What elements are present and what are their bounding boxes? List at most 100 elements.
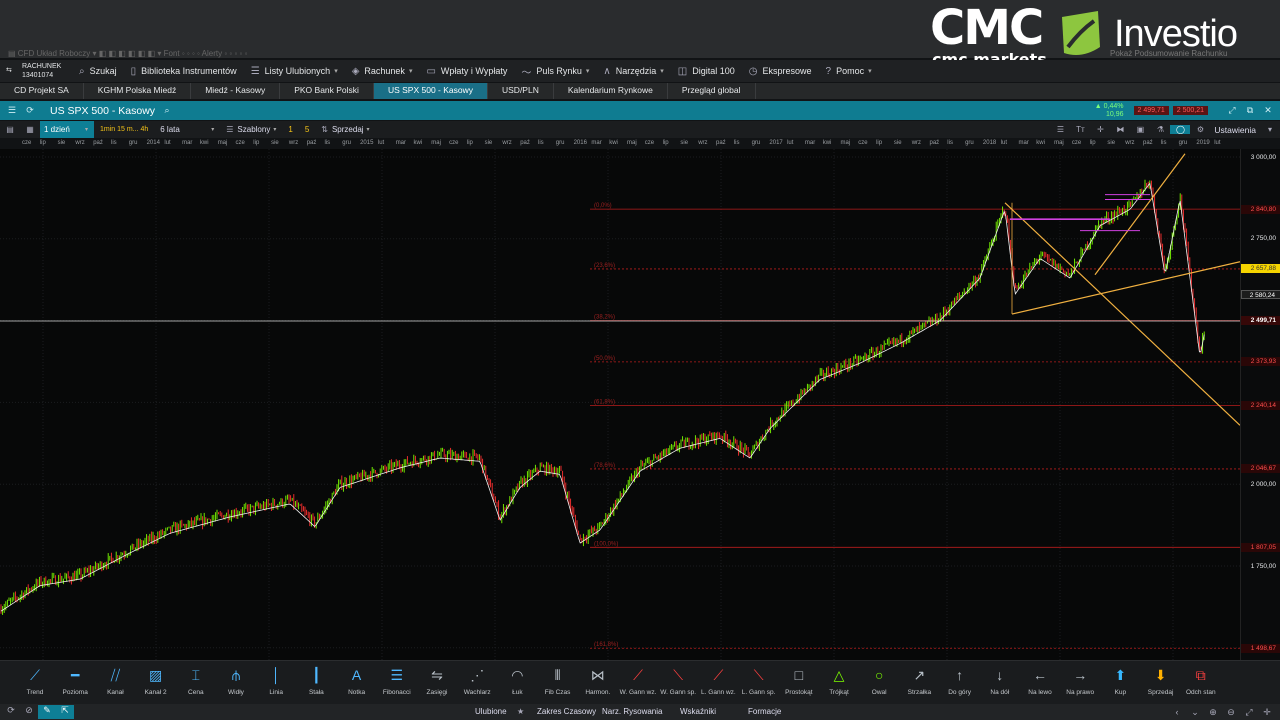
- price-chart[interactable]: (0,0%) (23,6%) (38,2%) (50,0%) (61,8%) (78,6%…: [0, 149, 1240, 660]
- chevron-left-icon[interactable]: ‹: [1168, 707, 1186, 717]
- templates-selector[interactable]: ☰ Szablony ▾: [220, 121, 282, 138]
- tool-sell[interactable]: ⬇ Sprzedaj: [1141, 661, 1181, 705]
- menu-item-pulse[interactable]: 〜 Puls Rynku ▾: [514, 60, 596, 82]
- compare-icon[interactable]: ⧓: [1110, 125, 1130, 134]
- time-range-tab[interactable]: Zakres Czasowy: [537, 704, 596, 720]
- tab-2[interactable]: Miedź - Kasowy: [191, 83, 281, 99]
- tool-constant[interactable]: ┃ Stała: [296, 661, 336, 705]
- tool-triangle[interactable]: △ Trójkąt: [819, 661, 859, 705]
- menu-item-help[interactable]: ? Pomoc ▾: [819, 60, 879, 82]
- search-icon[interactable]: ⌕: [161, 101, 173, 120]
- zoom-in-icon[interactable]: ⊕: [1204, 707, 1222, 718]
- expand-icon[interactable]: ✛: [1258, 707, 1276, 718]
- menu-item-label: Biblioteka Instrumentów: [141, 66, 237, 76]
- chat-icon[interactable]: ◯: [1170, 125, 1191, 134]
- tool-fan[interactable]: ⋰ Wachlarz: [457, 661, 497, 705]
- list-icon[interactable]: ☰: [1050, 125, 1070, 134]
- hamburger-icon[interactable]: ☰: [6, 101, 18, 120]
- cursor-icon[interactable]: ⇱: [56, 705, 74, 719]
- menu-item-wallet[interactable]: ▭ Wpłaty i Wypłaty: [419, 60, 514, 82]
- menu-item-tools[interactable]: ∧ Narzędzia ▾: [596, 60, 670, 82]
- cancel-icon[interactable]: ⊘: [20, 705, 38, 719]
- tool-label: Linia: [269, 689, 284, 696]
- drawing-tools-tab[interactable]: Narz. Rysowania: [602, 704, 662, 720]
- tool-gann-line-down[interactable]: ⟍ L. Gann sp.: [739, 661, 779, 705]
- chevron-down-icon[interactable]: ▾: [1260, 125, 1280, 134]
- menu-item-list[interactable]: ☰ Listy Ulubionych ▾: [244, 60, 345, 82]
- tool-channel-2[interactable]: ▨ Kanał 2: [136, 661, 176, 705]
- trendline-ascending[interactable]: [1011, 261, 1240, 315]
- layout-icon[interactable]: ▤: [0, 125, 20, 134]
- trendline-descending[interactable]: [1004, 202, 1240, 426]
- tool-ellipse[interactable]: ○ Owal: [859, 661, 899, 705]
- grid-icon[interactable]: ▦: [20, 125, 40, 134]
- tab-6[interactable]: Kalendarium Rynkowe: [554, 83, 668, 99]
- refresh-icon[interactable]: ⟳: [24, 101, 36, 120]
- tool-arrow-left[interactable]: ← Na lewo: [1020, 661, 1060, 705]
- quick-size-1[interactable]: 1: [282, 121, 298, 138]
- link-icon[interactable]: ⤢: [1226, 101, 1238, 120]
- tool-arrow-down[interactable]: ↓ Na dół: [980, 661, 1020, 705]
- buy-price-button[interactable]: 2 500,21: [1172, 106, 1208, 115]
- tool-arrow-up[interactable]: ↑ Do góry: [940, 661, 980, 705]
- star-icon[interactable]: ★: [517, 704, 524, 720]
- gear-icon[interactable]: ⚙: [1190, 125, 1210, 134]
- chevron-down-icon[interactable]: ⌄: [1186, 707, 1204, 718]
- refresh-icon[interactable]: ⟳: [2, 705, 20, 719]
- menu-item-clock[interactable]: ◷ Ekspresowe: [742, 60, 819, 82]
- menu-item-library[interactable]: ▯ Biblioteka Instrumentów: [124, 60, 244, 82]
- tool-arrow-right[interactable]: → Na prawo: [1060, 661, 1100, 705]
- tool-note[interactable]: A Notka: [337, 661, 377, 705]
- interval-shortcuts[interactable]: 1min 15 m... 4h: [94, 121, 154, 138]
- quick-size-5[interactable]: 5: [299, 121, 315, 138]
- text-size-icon[interactable]: Tт: [1070, 125, 1090, 134]
- tool-arrows[interactable]: ⇋ Zasięgi: [417, 661, 457, 705]
- fit-icon[interactable]: ⤢: [1240, 707, 1258, 718]
- indicators-tab[interactable]: Wskaźniki: [680, 704, 716, 720]
- zoom-out-icon[interactable]: ⊖: [1222, 707, 1240, 718]
- tool-fibonacci[interactable]: ☰ Fibonacci: [377, 661, 417, 705]
- menu-item-search[interactable]: ⌕ Szukaj: [72, 60, 124, 82]
- menu-item-tag[interactable]: ◈ Rachunek ▾: [345, 60, 420, 82]
- indicator-icon[interactable]: ⚗: [1150, 125, 1170, 134]
- tool-rectangle[interactable]: □ Prostokąt: [779, 661, 819, 705]
- period-selector[interactable]: 1 dzień ▾: [40, 121, 94, 138]
- tab-4[interactable]: US SPX 500 - Kasowy: [373, 83, 488, 99]
- settings-label[interactable]: Ustawienia: [1210, 121, 1260, 138]
- popout-icon[interactable]: ⧉: [1244, 101, 1256, 120]
- time-axis-label: wrz: [911, 140, 922, 146]
- tool-arrow[interactable]: ↗ Strzałka: [899, 661, 939, 705]
- tab-7[interactable]: Przegląd global: [668, 83, 756, 99]
- tool-arc[interactable]: ◠ Łuk: [497, 661, 537, 705]
- favorites-tab[interactable]: Ulubione: [475, 704, 507, 720]
- tool-gann-fan-down[interactable]: ⟍ W. Gann sp.: [658, 661, 698, 705]
- tab-5[interactable]: USD/PLN: [488, 83, 554, 99]
- tab-1[interactable]: KGHM Polska Miedź: [84, 83, 192, 99]
- crosshair-icon[interactable]: ✛: [1090, 125, 1110, 134]
- account-selector[interactable]: ⇆ RACHUNEK 13401074: [0, 60, 72, 82]
- range-selector[interactable]: 6 lata ▾: [154, 121, 220, 138]
- order-selector[interactable]: ⇅ Sprzedaj ▾: [315, 121, 375, 138]
- tool-vertical-line[interactable]: │ Linia: [256, 661, 296, 705]
- screenshot-icon[interactable]: ▣: [1130, 125, 1150, 134]
- tool-gann-fan[interactable]: ⟋ W. Gann wz.: [618, 661, 658, 705]
- close-icon[interactable]: ✕: [1262, 101, 1274, 120]
- price-axis[interactable]: 3 000,00 2 840,80 2 750,00 2 657,88 2 580,24…: [1240, 149, 1280, 660]
- patterns-tab[interactable]: Formacje: [748, 704, 781, 720]
- pen-icon[interactable]: ✎: [38, 705, 56, 719]
- change-percent: ▲ 0,44%: [1094, 102, 1124, 110]
- tool-detach[interactable]: ⧉ Odch stan: [1181, 661, 1221, 705]
- tab-3[interactable]: PKO Bank Polski: [280, 83, 374, 99]
- tool-horizontal-line[interactable]: ━ Pozioma: [55, 661, 95, 705]
- tool-harmonic[interactable]: ⋈ Harmon.: [578, 661, 618, 705]
- tool-gann-line[interactable]: ⟋ L. Gann wz.: [698, 661, 738, 705]
- sell-price-button[interactable]: 2 499,71: [1133, 106, 1169, 115]
- tool-price[interactable]: ⌶ Cena: [176, 661, 216, 705]
- tool-buy[interactable]: ⬆ Kup: [1100, 661, 1140, 705]
- tool-pitchfork[interactable]: ⫛ Widły: [216, 661, 256, 705]
- tool-trend-line[interactable]: ⟋ Trend: [15, 661, 55, 705]
- tool-fib-time[interactable]: ⦀ Fib Czas: [538, 661, 578, 705]
- tool-channel[interactable]: ⧸⧸ Kanał: [95, 661, 135, 705]
- tab-0[interactable]: CD Projekt SA: [0, 83, 84, 99]
- menu-item-digital[interactable]: ◫ Digital 100: [671, 60, 742, 82]
